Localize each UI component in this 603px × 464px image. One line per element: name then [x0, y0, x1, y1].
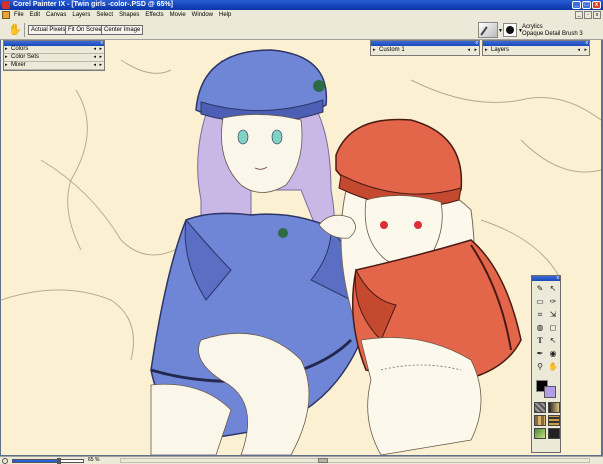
palette-color-sets[interactable]: Color Sets ◂ ▸ [4, 54, 104, 62]
property-bar: ✋ Actual Pixels Fit On Screen Center Ima… [0, 20, 603, 40]
horizontal-scrollbar[interactable] [120, 458, 590, 463]
doc-close-button[interactable]: x [593, 11, 601, 19]
palette-menu-icon[interactable]: ◂ [93, 54, 96, 61]
additional-color-swatch[interactable] [544, 386, 556, 398]
document-window-controls: _ ▫ x [575, 11, 601, 19]
close-button[interactable]: x [592, 1, 601, 9]
brush-category-selector[interactable] [478, 22, 498, 38]
palette-menu-icon[interactable]: ◂ [93, 62, 96, 69]
menu-layers[interactable]: Layers [72, 11, 90, 19]
window-controls: _ □ x [572, 1, 601, 9]
crop-icon[interactable]: ⌗ [534, 309, 546, 320]
status-bar: 65 % [0, 456, 603, 464]
palette-options-icon[interactable]: ▸ [99, 54, 102, 61]
zoom-icon [2, 458, 8, 464]
paint-bucket-icon[interactable]: ◍ [534, 322, 546, 333]
maximize-button[interactable]: □ [582, 1, 591, 9]
document-icon[interactable] [2, 11, 10, 19]
brush-dab-preview[interactable] [503, 23, 517, 37]
window-title: Corel Painter IX - [Twin girls -color-.P… [13, 1, 173, 8]
eraser-icon[interactable]: ◻ [547, 322, 559, 333]
palette-menu-icon[interactable]: ◂ [577, 46, 580, 54]
palette-options-icon[interactable]: ▸ [99, 62, 102, 69]
menu-window[interactable]: Window [192, 11, 213, 19]
tool-grid: ✎ ↖ ▭ ✑ ⌗ ⇲ ◍ ◻ T ↖ ✒ ◉ ⚲ ✋ [534, 283, 560, 372]
menu-file[interactable]: File [14, 11, 24, 19]
pen-icon[interactable]: ✒ [534, 348, 546, 359]
zoom-slider[interactable] [12, 458, 84, 464]
color-swatches [536, 380, 558, 398]
nozzle-selector[interactable] [548, 428, 560, 439]
toolbox-title-bar[interactable]: x [532, 275, 560, 281]
red-girl [335, 118, 522, 455]
palette-colors[interactable]: Colors ◂ ▸ [4, 46, 104, 54]
lasso-icon[interactable]: ✑ [547, 296, 559, 307]
menu-effects[interactable]: Effects [145, 11, 163, 19]
colors-palette-group: x Colors ◂ ▸ Color Sets ◂ ▸ Mixer ◂ ▸ [3, 40, 105, 71]
pattern-weave-row [534, 415, 560, 426]
property-bar-separator [24, 23, 25, 37]
palette-menu-icon[interactable]: ◂ [467, 46, 470, 54]
palette-mixer[interactable]: Mixer ◂ ▸ [4, 62, 104, 70]
horizontal-scrollbar-thumb[interactable] [318, 458, 328, 463]
gradient-selector[interactable] [548, 402, 560, 413]
title-bar: Corel Painter IX - [Twin girls -color-.P… [0, 0, 603, 10]
shape-selection-icon[interactable]: ↖ [547, 335, 559, 346]
paper-pattern-row [534, 402, 560, 413]
palette-options-icon[interactable]: ▸ [99, 46, 102, 53]
warp-icon[interactable]: ◉ [547, 348, 559, 359]
layers-palette-header[interactable]: Layers ◂ ▸ [483, 46, 589, 55]
pattern-selector[interactable] [534, 415, 546, 426]
zoom-level-text: 65 % [88, 457, 100, 463]
dropper-icon[interactable]: ↖ [547, 283, 559, 294]
text-icon[interactable]: T [534, 335, 546, 346]
paper-selector[interactable] [534, 402, 546, 413]
custom-palette-label: Custom 1 [379, 47, 405, 53]
brush-variant-label[interactable]: Opaque Detail Brush 3 [522, 31, 583, 37]
zoom-slider-thumb[interactable] [56, 458, 61, 464]
palette-mixer-label: Mixer [11, 62, 26, 68]
document-canvas[interactable] [1, 40, 601, 455]
center-image-button[interactable]: Center Image [101, 25, 144, 35]
doc-restore-button[interactable]: ▫ [584, 11, 592, 19]
close-icon[interactable]: x [557, 275, 560, 281]
menu-bar: File Edit Canvas Layers Select Shapes Ef… [0, 10, 603, 20]
rect-select-icon[interactable]: ▭ [534, 296, 546, 307]
look-nozzle-row [534, 428, 560, 439]
palette-color-sets-label: Color Sets [11, 54, 40, 60]
toolbox: x ✎ ↖ ▭ ✑ ⌗ ⇲ ◍ ◻ T ↖ ✒ ◉ ⚲ ✋ [531, 275, 561, 453]
menu-select[interactable]: Select [96, 11, 113, 19]
menu-edit[interactable]: Edit [30, 11, 40, 19]
custom-palette: x Custom 1 ◂ ▸ [370, 40, 480, 56]
palette-menu-icon[interactable]: ◂ [93, 46, 96, 53]
menu-movie[interactable]: Movie [170, 11, 186, 19]
custom-palette-header[interactable]: Custom 1 ◂ ▸ [371, 46, 479, 55]
brush-icon[interactable]: ✎ [534, 283, 546, 294]
workspace: x Colors ◂ ▸ Color Sets ◂ ▸ Mixer ◂ ▸ x … [0, 40, 603, 456]
layer-adjuster-icon[interactable]: ⇲ [547, 309, 559, 320]
palette-options-icon[interactable]: ▸ [474, 46, 477, 54]
layers-palette-label: Layers [491, 47, 510, 53]
layers-palette: x Layers ◂ ▸ [482, 40, 590, 56]
grabber-icon[interactable]: ✋ [547, 361, 559, 372]
menu-canvas[interactable]: Canvas [46, 11, 66, 19]
menu-help[interactable]: Help [219, 11, 231, 19]
minimize-button[interactable]: _ [572, 1, 581, 9]
weave-selector[interactable] [548, 415, 560, 426]
artwork [1, 49, 601, 455]
look-selector[interactable] [534, 428, 546, 439]
doc-minimize-button[interactable]: _ [575, 11, 583, 19]
grabber-tool-icon: ✋ [8, 24, 22, 36]
painter-app-icon[interactable] [2, 1, 10, 9]
zoom-slider-fill [13, 460, 59, 462]
menu-shapes[interactable]: Shapes [119, 11, 139, 19]
palette-options-icon[interactable]: ▸ [584, 46, 587, 54]
palette-colors-label: Colors [11, 46, 29, 52]
blue-girl [150, 49, 365, 455]
actual-pixels-button[interactable]: Actual Pixels [28, 25, 69, 35]
brush-category-label[interactable]: Acrylics [522, 24, 543, 30]
magnifier-icon[interactable]: ⚲ [534, 361, 546, 372]
